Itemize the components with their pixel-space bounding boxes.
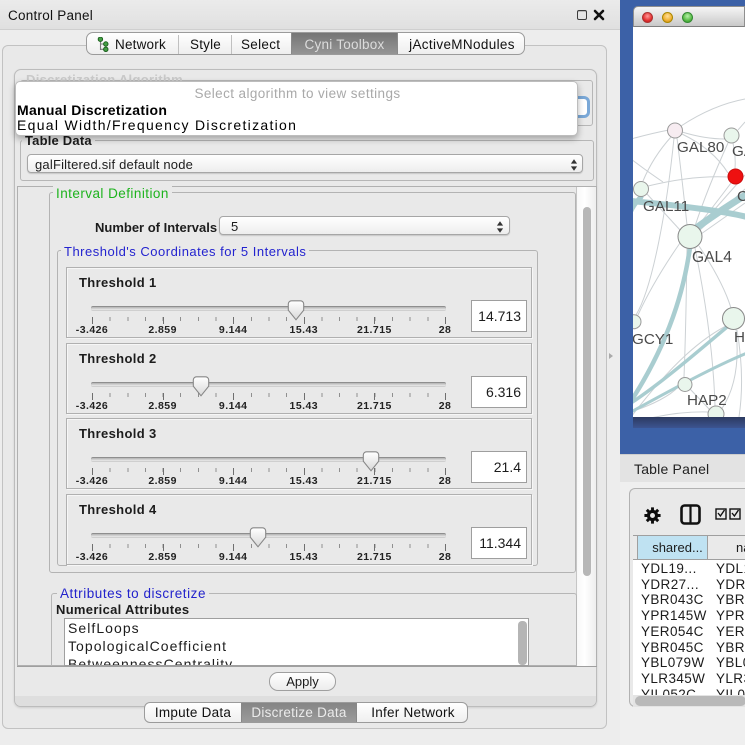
svg-text:H: H [734,329,745,346]
svg-text:C: C [737,188,745,205]
svg-text:GAL4: GAL4 [692,249,732,266]
svg-text:GAL11: GAL11 [643,198,689,215]
svg-text:HAP2: HAP2 [687,392,727,409]
svg-text:GAL80: GAL80 [677,139,724,156]
svg-text:GCY1: GCY1 [633,331,673,348]
svg-text:GA: GA [732,143,745,160]
